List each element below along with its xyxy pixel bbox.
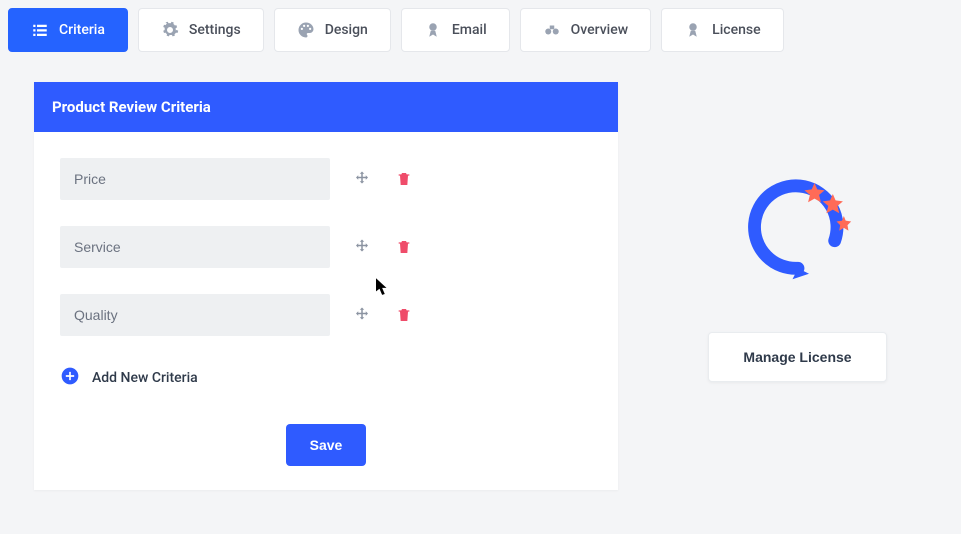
- criteria-row: [60, 226, 592, 268]
- list-icon: [31, 21, 49, 39]
- trash-icon[interactable]: [394, 237, 414, 257]
- badge-icon: [684, 21, 702, 39]
- tab-label: Settings: [189, 22, 241, 38]
- binoculars-icon: [543, 21, 561, 39]
- trash-icon[interactable]: [394, 169, 414, 189]
- trash-icon[interactable]: [394, 305, 414, 325]
- add-criteria-label: Add New Criteria: [92, 370, 198, 386]
- side-panel: Manage License: [668, 82, 927, 382]
- save-button[interactable]: Save: [286, 424, 367, 466]
- tab-settings[interactable]: Settings: [138, 8, 264, 52]
- panel-title: Product Review Criteria: [34, 82, 618, 132]
- content-area: Product Review Criteria: [0, 52, 961, 490]
- tab-overview[interactable]: Overview: [520, 8, 651, 52]
- criteria-input[interactable]: [60, 294, 330, 336]
- tab-label: License: [712, 22, 760, 38]
- move-icon[interactable]: [352, 305, 372, 325]
- tab-design[interactable]: Design: [274, 8, 391, 52]
- move-icon[interactable]: [352, 237, 372, 257]
- criteria-row: [60, 158, 592, 200]
- criteria-input[interactable]: [60, 158, 330, 200]
- criteria-panel: Product Review Criteria: [34, 82, 618, 490]
- app-logo-icon: [743, 172, 853, 286]
- manage-license-button[interactable]: Manage License: [708, 332, 886, 382]
- tab-criteria[interactable]: Criteria: [8, 8, 128, 52]
- tab-label: Criteria: [59, 22, 105, 38]
- criteria-row: [60, 294, 592, 336]
- tab-label: Overview: [571, 22, 628, 38]
- move-icon[interactable]: [352, 169, 372, 189]
- add-criteria-button[interactable]: Add New Criteria: [60, 366, 592, 390]
- tab-email[interactable]: Email: [401, 8, 510, 52]
- palette-icon: [297, 21, 315, 39]
- tab-bar: Criteria Settings Design Email Overview …: [0, 0, 961, 52]
- plus-circle-icon: [60, 366, 80, 390]
- criteria-input[interactable]: [60, 226, 330, 268]
- tab-license[interactable]: License: [661, 8, 783, 52]
- badge-icon: [424, 21, 442, 39]
- gear-icon: [161, 21, 179, 39]
- tab-label: Email: [452, 22, 487, 38]
- tab-label: Design: [325, 22, 368, 38]
